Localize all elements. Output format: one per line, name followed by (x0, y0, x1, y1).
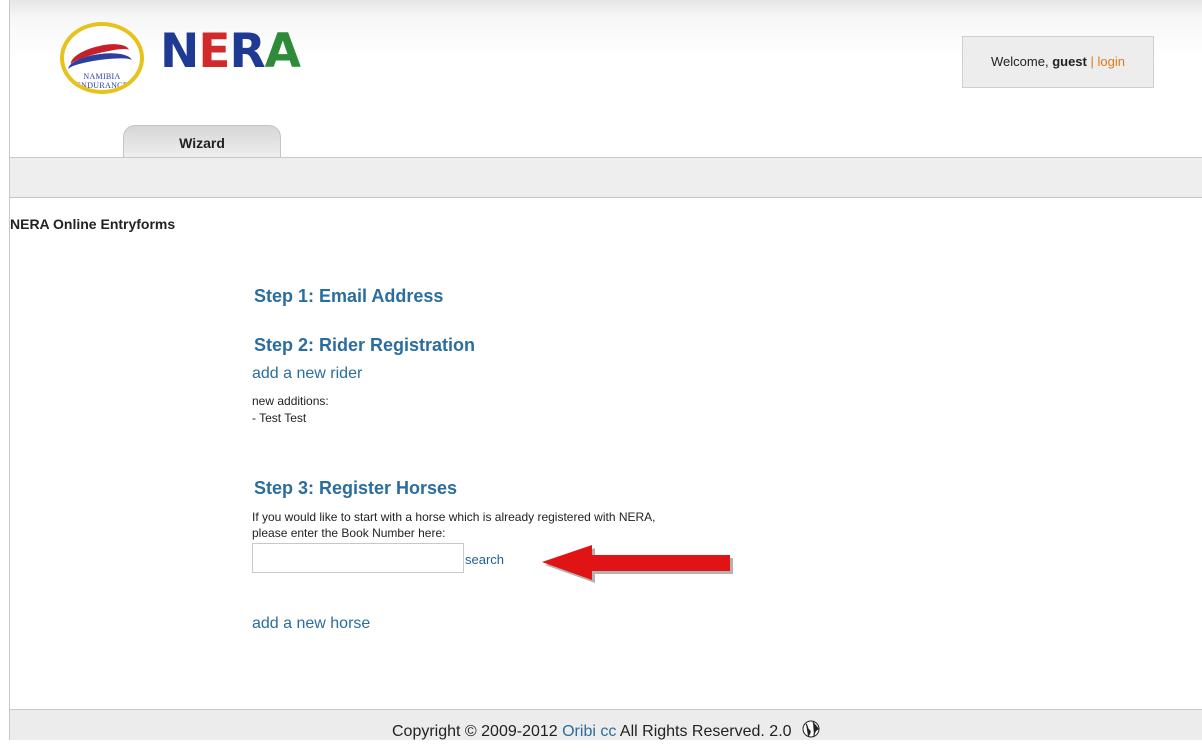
copyright-text: Copyright © 2009-2012 (391, 723, 563, 740)
step1-heading[interactable]: Step 1: Email Address (254, 286, 443, 307)
welcome-box: Welcome, guest | login (962, 36, 1154, 88)
horse-instruction-line1: If you would like to start with a horse … (252, 510, 656, 524)
search-link[interactable]: search (465, 552, 504, 567)
oribi-link[interactable]: Oribi cc (562, 723, 616, 740)
add-rider-link[interactable]: add a new rider (252, 365, 362, 383)
book-number-input[interactable] (252, 543, 464, 573)
namibia-endurance-logo[interactable]: NAMIBIA ENDURANCE (60, 22, 144, 94)
tab-wizard[interactable]: Wizard (123, 125, 281, 159)
welcome-text: Welcome, (991, 54, 1053, 69)
new-additions-label: new additions: (252, 394, 329, 408)
new-addition-item: - Test Test (252, 411, 307, 425)
copyright-suffix: All Rights Reserved. 2.0 (616, 723, 792, 740)
sub-navigation-bar (10, 158, 1202, 198)
logo-caption: NAMIBIA ENDURANCE (75, 72, 129, 90)
horse-instruction-line2: please enter the Book Number here: (252, 526, 446, 540)
brand-letter-e: E (198, 24, 230, 79)
page-title: NERA Online Entryforms (10, 216, 176, 232)
brand-wordmark[interactable]: NERA (160, 28, 301, 75)
red-arrow-annotation (542, 545, 733, 583)
brand-letter-a: A (264, 24, 301, 79)
current-user: guest (1052, 54, 1087, 69)
globe-icon[interactable] (802, 712, 820, 756)
brand-letter-n: N (160, 24, 199, 79)
brand-letter-r: R (229, 24, 265, 79)
welcome-separator: | (1090, 54, 1094, 69)
step3-heading: Step 3: Register Horses (254, 478, 458, 498)
login-link[interactable]: login (1098, 54, 1125, 69)
site-footer: Copyright © 2009-2012 Oribi cc All Right… (10, 709, 1202, 740)
add-horse-link[interactable]: add a new horse (252, 615, 370, 633)
step2-heading: Step 2: Rider Registration (254, 335, 476, 355)
